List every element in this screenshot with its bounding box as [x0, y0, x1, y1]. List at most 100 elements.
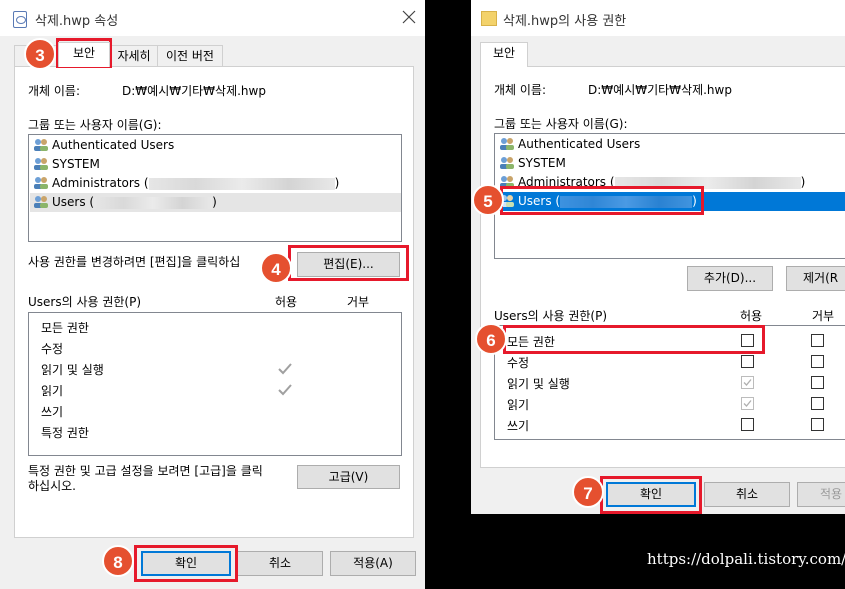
list-item[interactable]: Users () — [30, 193, 401, 212]
users-group-icon — [33, 176, 49, 190]
dialog-title: 삭제.hwp의 사용 권한 — [503, 14, 627, 29]
user-name: Administrators ( — [52, 176, 149, 190]
cancel-button[interactable]: 취소 — [237, 551, 323, 576]
list-item[interactable]: Authenticated Users — [499, 135, 640, 154]
properties-dialog: 삭제.hwp 속성 보안 자세히 이전 버전 개체 이름: D:₩예시₩기타₩삭… — [0, 0, 425, 589]
users-group-icon — [33, 138, 49, 152]
tab-security-label: 보안 — [492, 46, 516, 60]
advanced-button[interactable]: 고급(V) — [297, 465, 400, 489]
tab-details[interactable]: 자세히 — [110, 45, 158, 67]
user-list[interactable]: Authenticated Users SYSTEM Administrator… — [28, 134, 402, 242]
list-item[interactable]: Administrators () — [33, 174, 339, 193]
remove-button-label: 제거(R — [803, 271, 839, 285]
cancel-button-label: 취소 — [735, 487, 759, 501]
step-badge-6: 6 — [475, 323, 507, 355]
permission-label: 읽기 — [41, 384, 64, 398]
permission-label: 읽기 및 실행 — [507, 377, 570, 391]
apply-button[interactable]: 적용 — [797, 482, 845, 507]
tab-details-label: 자세히 — [117, 49, 151, 63]
list-item[interactable]: SYSTEM — [33, 155, 100, 174]
permissions-dialog: 삭제.hwp의 사용 권한 보안 개체 이름: D:₩예시₩기타₩삭제.hwp … — [471, 0, 845, 514]
user-name: Authenticated Users — [518, 137, 641, 151]
tab-security-label: 보안 — [72, 46, 96, 60]
file-icon — [13, 11, 27, 28]
permission-label: 쓰기 — [507, 419, 530, 433]
add-button[interactable]: 추가(D)... — [687, 266, 773, 291]
user-suffix: ) — [334, 176, 340, 190]
title-bar: 삭제.hwp의 사용 권한 — [471, 0, 845, 36]
tab-previous-versions[interactable]: 이전 버전 — [157, 45, 223, 67]
allow-header: 허용 — [740, 309, 763, 323]
permission-label: 읽기 및 실행 — [41, 363, 104, 377]
permission-label: 쓰기 — [41, 405, 64, 419]
permissions-list: 모든 권한 수정 읽기 및 실행 읽기 쓰기 특정 권한 — [28, 312, 402, 456]
cancel-button-label: 취소 — [268, 556, 292, 570]
object-name-label: 개체 이름: — [28, 84, 81, 98]
deny-write-checkbox[interactable] — [811, 418, 824, 431]
tab-security[interactable]: 보안 — [58, 42, 110, 67]
title-bar: 삭제.hwp 속성 — [0, 0, 425, 36]
advanced-button-label: 고급(V) — [328, 470, 369, 484]
deny-read-checkbox[interactable] — [811, 397, 824, 410]
step-badge-8: 8 — [102, 545, 134, 577]
remove-button[interactable]: 제거(R — [786, 266, 845, 291]
security-panel: 개체 이름: D:₩예시₩기타₩삭제.hwp 그룹 또는 사용자 이름(G): … — [480, 66, 845, 468]
permission-label: 모든 권한 — [41, 321, 89, 335]
step-badge-5: 5 — [472, 184, 504, 216]
tab-security[interactable]: 보안 — [480, 42, 528, 67]
close-icon[interactable] — [402, 10, 416, 24]
checkmark-icon — [278, 384, 292, 396]
users-group-icon — [33, 195, 49, 209]
allow-header: 허용 — [275, 295, 298, 309]
permission-label: 수정 — [507, 356, 530, 370]
deny-full-control-checkbox[interactable] — [811, 334, 824, 347]
deny-header: 거부 — [347, 295, 370, 309]
apply-button[interactable]: 적용(A) — [330, 551, 416, 576]
allow-write-checkbox[interactable] — [741, 418, 754, 431]
permission-label: 특정 권한 — [41, 426, 89, 440]
highlight-users-item — [500, 186, 704, 215]
object-name-value: D:₩예시₩기타₩삭제.hwp — [588, 83, 732, 97]
highlight-ok-button-left — [134, 545, 238, 582]
user-name: Authenticated Users — [52, 138, 175, 152]
advanced-text: 특정 권한 및 고급 설정을 보려면 [고급]을 클릭 하십시오. — [28, 464, 263, 493]
users-group-icon — [499, 156, 515, 170]
permissions-title: Users의 사용 권한(P) — [494, 309, 608, 323]
checkmark-icon — [278, 363, 292, 375]
permission-label: 읽기 — [507, 398, 530, 412]
cancel-button[interactable]: 취소 — [704, 482, 790, 507]
list-item[interactable]: Authenticated Users — [33, 136, 174, 155]
redacted-text — [148, 177, 335, 190]
deny-read-execute-checkbox[interactable] — [811, 376, 824, 389]
highlight-ok-button-right — [600, 476, 702, 514]
edit-prompt: 사용 권한를 변경하려면 [편집]을 클릭하십 — [28, 255, 241, 269]
object-name-value: D:₩예시₩기타₩삭제.hwp — [122, 84, 266, 98]
folder-icon — [481, 11, 497, 26]
object-name-label: 개체 이름: — [494, 83, 547, 97]
highlight-full-control — [503, 325, 765, 354]
user-name: SYSTEM — [52, 157, 100, 171]
step-badge-3: 3 — [24, 38, 56, 70]
step-badge-7: 7 — [572, 476, 604, 508]
deny-modify-checkbox[interactable] — [811, 355, 824, 368]
user-suffix: ) — [212, 195, 217, 209]
group-label: 그룹 또는 사용자 이름(G): — [28, 118, 162, 132]
user-name: Users ( — [52, 195, 95, 209]
watermark: https://dolpali.tistory.com/ — [647, 550, 845, 568]
users-group-icon — [499, 137, 515, 151]
list-item[interactable]: SYSTEM — [499, 154, 566, 173]
apply-button-label: 적용(A) — [353, 556, 393, 570]
permissions-title: Users의 사용 권한(P) — [28, 295, 142, 309]
dialog-title: 삭제.hwp 속성 — [35, 14, 119, 29]
redacted-text — [94, 196, 213, 209]
tab-previous-versions-label: 이전 버전 — [166, 49, 214, 63]
user-name: SYSTEM — [518, 156, 566, 170]
allow-modify-checkbox[interactable] — [741, 355, 754, 368]
security-panel: 개체 이름: D:₩예시₩기타₩삭제.hwp 그룹 또는 사용자 이름(G): … — [14, 66, 414, 538]
users-group-icon — [33, 157, 49, 171]
step-badge-4: 4 — [260, 252, 292, 284]
allow-read-execute-checkbox[interactable] — [741, 376, 754, 389]
deny-header: 거부 — [812, 309, 835, 323]
allow-read-checkbox[interactable] — [741, 397, 754, 410]
highlight-edit-button — [288, 245, 409, 281]
